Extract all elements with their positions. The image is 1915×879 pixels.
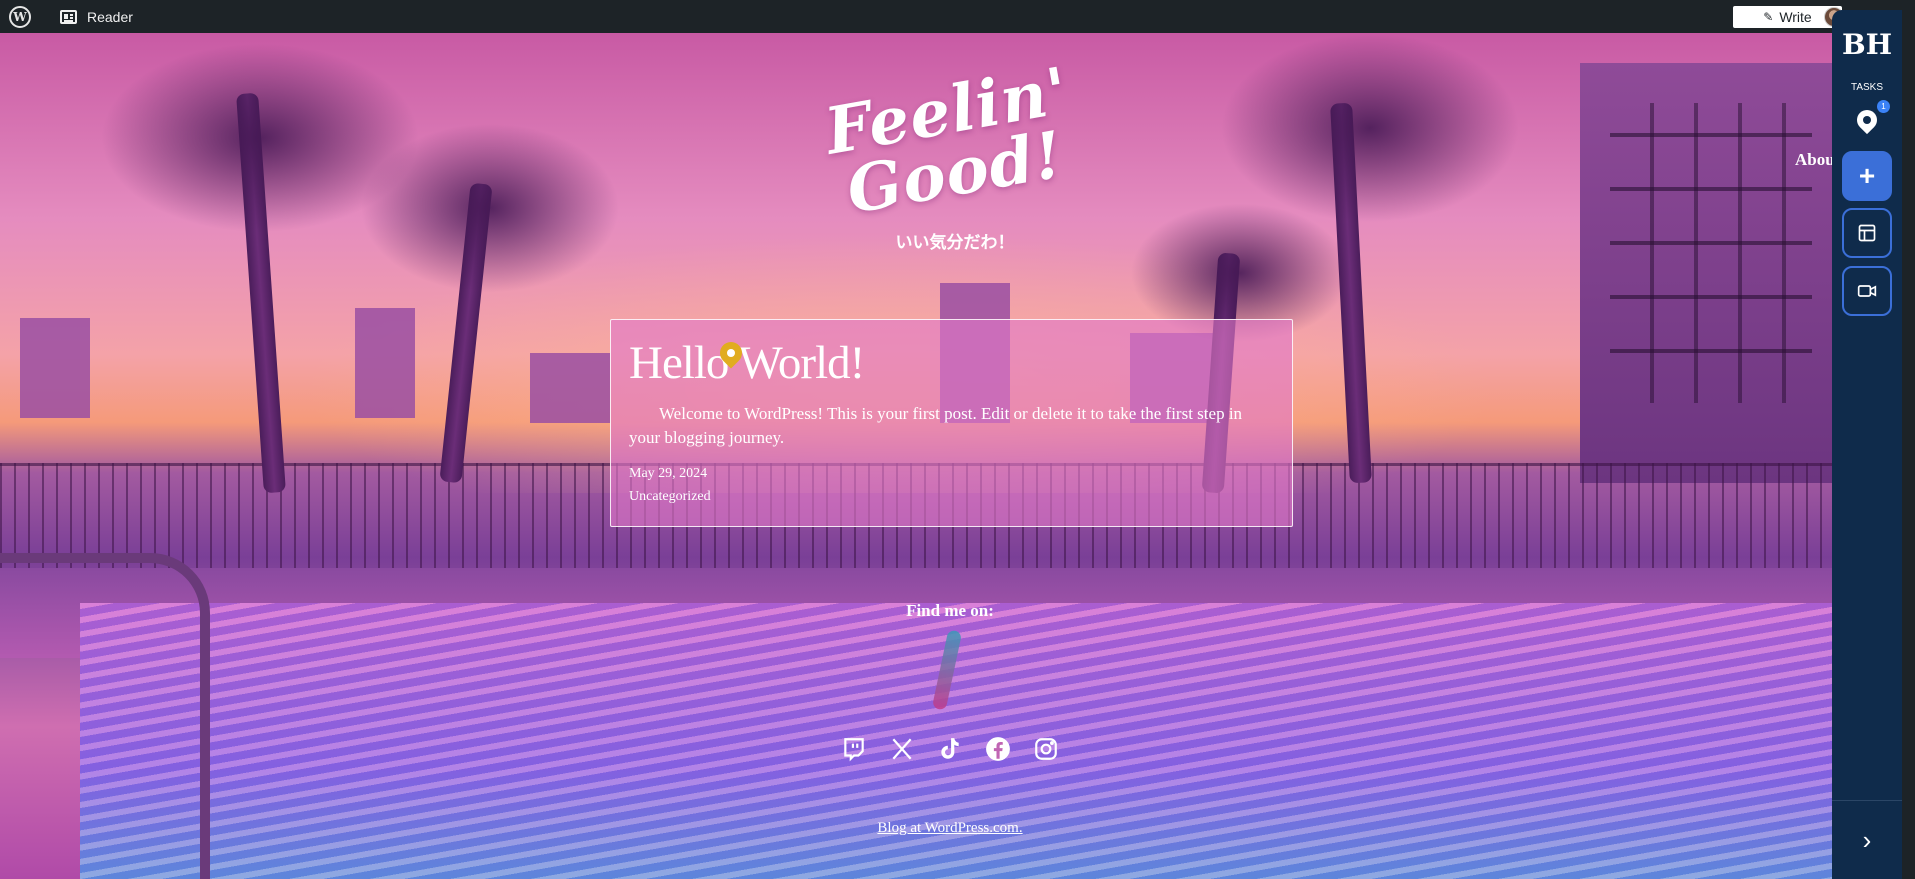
site-title-logo[interactable]: Feelin' Good! (820, 53, 1079, 229)
palm-fronds (1220, 33, 1520, 223)
nav-about-link[interactable]: Abou (1795, 150, 1832, 170)
skyline-building (530, 353, 610, 423)
add-task-button[interactable]: + (1842, 151, 1892, 201)
post-title[interactable]: Hello World! (629, 336, 865, 390)
task-count-badge: 1 (1877, 100, 1890, 113)
instagram-icon[interactable] (1032, 735, 1060, 763)
post-card: Hello World! Welcome to WordPress! This … (610, 319, 1293, 527)
pen-icon: ✎ (1763, 10, 1774, 24)
skyline-building (355, 308, 415, 418)
plus-icon: + (1858, 160, 1876, 191)
tasks-label: TASKS (1850, 82, 1884, 93)
palm-fronds (360, 123, 620, 293)
wordpress-logo-icon[interactable]: W (9, 5, 31, 28)
site-tagline: いい気分だわ！ (895, 233, 1015, 252)
tiktok-icon[interactable] (936, 735, 964, 763)
reader-label: Reader (87, 8, 133, 25)
find-me-heading: Find me on: (906, 601, 994, 620)
sidebar-logo[interactable]: BH (1832, 28, 1902, 61)
post-excerpt: Welcome to WordPress! This is your first… (629, 404, 1243, 447)
admin-bar: W Reader ✎ Write (0, 0, 1915, 33)
task-sidebar: BH TASKS 1 + › (1832, 10, 1902, 879)
apartment-building (1580, 63, 1832, 483)
site-hero: Feelin' Good! いい気分だわ！ Abou Hello World! … (0, 33, 1832, 879)
layout-button[interactable] (1842, 208, 1892, 258)
video-button[interactable] (1842, 266, 1892, 316)
video-camera-icon (1857, 285, 1877, 297)
location-pin-icon[interactable] (1852, 105, 1882, 135)
twitch-icon[interactable] (840, 735, 868, 763)
sidebar-divider (1832, 800, 1902, 801)
social-links (840, 735, 1060, 763)
write-label: Write (1779, 9, 1812, 25)
x-icon[interactable] (888, 735, 916, 763)
reader-icon (60, 9, 77, 24)
facebook-icon[interactable] (984, 735, 1012, 763)
wordpress-credit-link[interactable]: Blog at WordPress.com. (860, 820, 1040, 837)
layout-icon (1858, 224, 1876, 242)
post-category[interactable]: Uncategorized (629, 489, 711, 505)
reader-link[interactable]: Reader (60, 9, 133, 25)
post-date: May 29, 2024 (629, 466, 708, 481)
chevron-right-icon[interactable]: › (1832, 810, 1902, 870)
pool-ladder (0, 553, 210, 879)
skyline-building (20, 318, 90, 418)
